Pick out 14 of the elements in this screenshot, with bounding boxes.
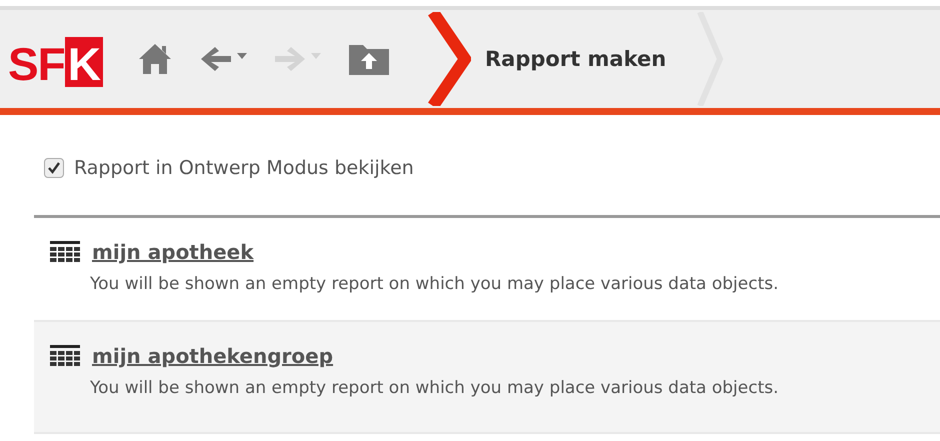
checkbox-label: Rapport in Ontwerp Modus bekijken: [74, 157, 414, 179]
breadcrumb-item[interactable]: Rapport maken: [475, 47, 676, 71]
design-mode-checkbox[interactable]: [44, 158, 64, 178]
breadcrumb-separator-icon: [427, 12, 472, 106]
back-button[interactable]: [199, 45, 248, 73]
report-description: You will be shown an empty report on which you may place various data objects.: [90, 378, 780, 398]
table-icon: [50, 345, 80, 367]
report-link[interactable]: mijn apotheek: [92, 240, 254, 264]
report-description: You will be shown an empty report on which you may place various data objects.: [90, 274, 780, 294]
home-button[interactable]: [137, 42, 174, 76]
report-link[interactable]: mijn apothekengroep: [92, 344, 334, 368]
report-option[interactable]: mijn apothekengroep You will be shown an empty report on which you may place various data objects.: [34, 322, 940, 434]
table-icon: [50, 241, 80, 263]
logo: SFK: [8, 37, 104, 87]
